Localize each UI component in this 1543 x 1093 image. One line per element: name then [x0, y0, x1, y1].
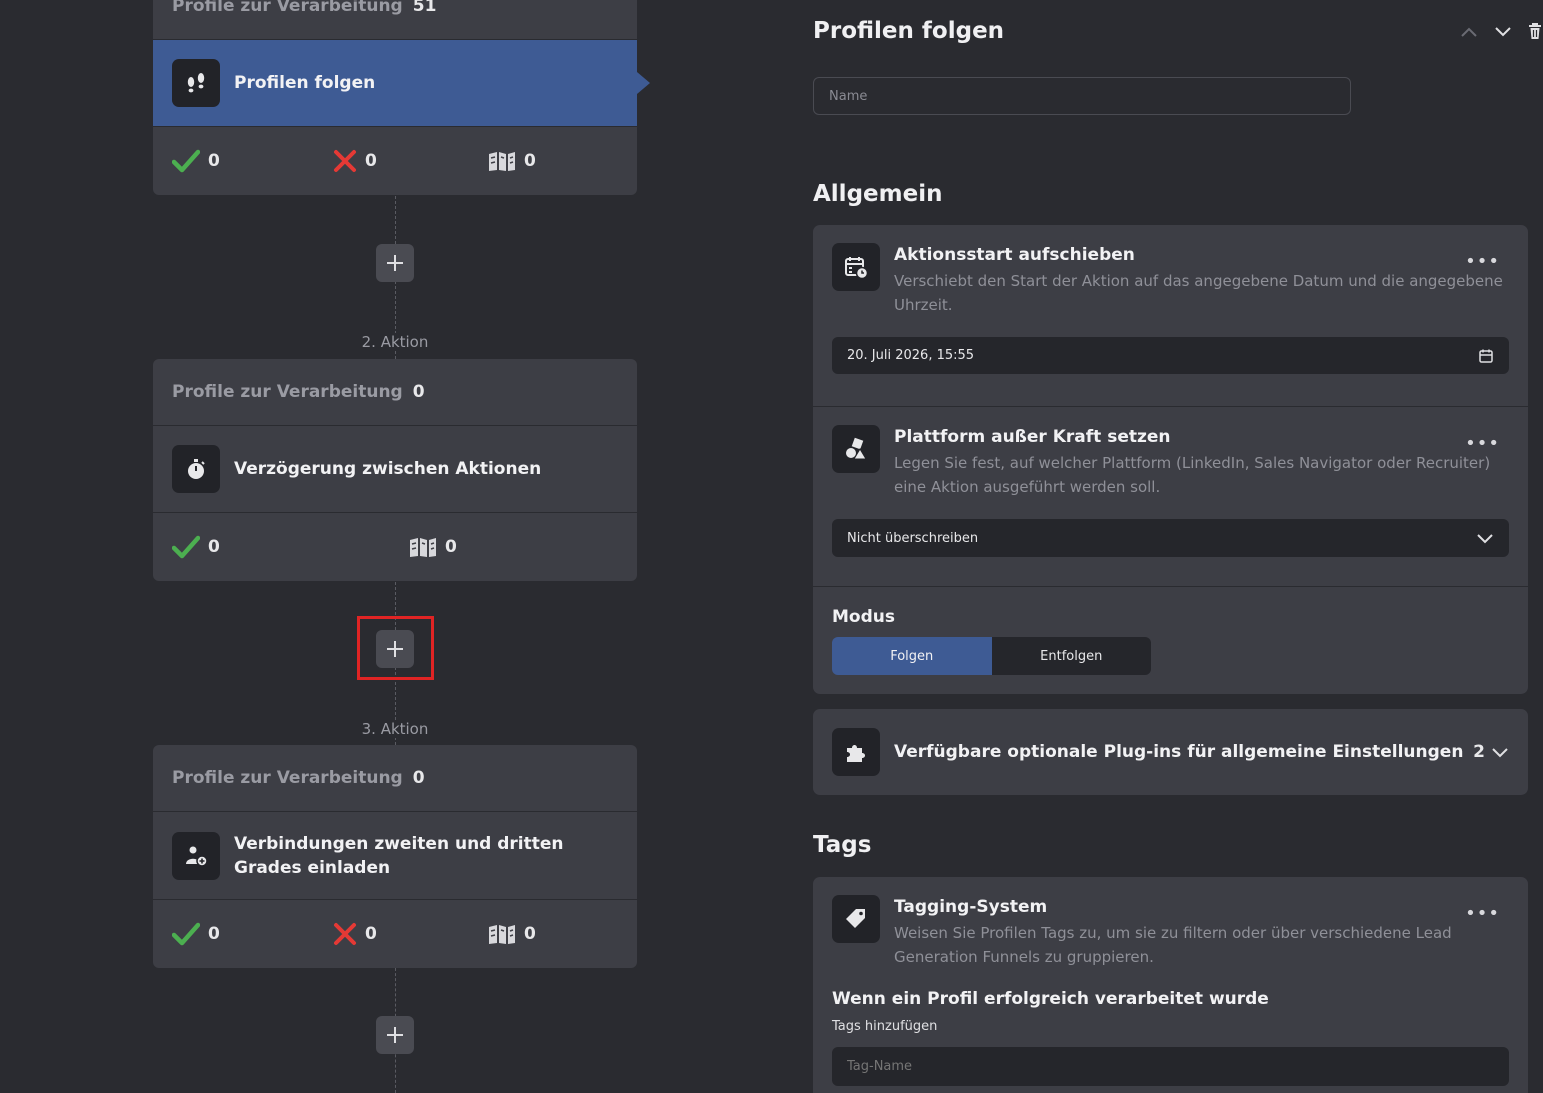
workflow-canvas: Profile zur Verarbeitung 51 Profilen fol…	[0, 0, 790, 1093]
stat-skipped: 0	[409, 535, 457, 559]
select-value: Nicht überschreiben	[847, 530, 979, 546]
plugins-box[interactable]: Verfügbare optionale Plug-ins für allgem…	[813, 709, 1528, 795]
panel-toolbar	[1459, 22, 1543, 44]
footsteps-icon	[172, 59, 220, 107]
check-icon	[172, 922, 200, 946]
check-icon	[172, 535, 200, 559]
date-value: 20. Juli 2026, 15:55	[847, 348, 975, 363]
mode-title: Modus	[832, 607, 895, 627]
section-title-tags: Tags	[813, 832, 872, 858]
more-icon[interactable]: •••	[1465, 433, 1500, 454]
stat-failed: 0	[333, 149, 377, 173]
stat-success: 0	[172, 922, 220, 946]
setting-title: Aktionsstart aufschieben	[894, 245, 1135, 265]
stat-failed: 0	[333, 922, 377, 946]
mode-option-follow[interactable]: Folgen	[832, 637, 992, 675]
chevron-down-icon[interactable]	[1491, 746, 1509, 758]
stat-skipped: 0	[488, 149, 536, 173]
setting-tagging-system: Tagging-System Weisen Sie Profilen Tags …	[813, 877, 1528, 1086]
card-stats: 0 0 0	[153, 900, 637, 968]
date-time-picker[interactable]: 20. Juli 2026, 15:55	[832, 337, 1509, 374]
skip-icon	[489, 925, 515, 944]
skip-icon	[410, 538, 436, 557]
card-header: Profile zur Verarbeitung 0	[153, 745, 637, 812]
action-title: Profilen folgen	[234, 73, 376, 93]
stat-success: 0	[172, 535, 220, 559]
chevron-down-icon	[1477, 534, 1493, 544]
section-title-general: Allgemein	[813, 181, 943, 207]
check-icon	[172, 149, 200, 173]
profiles-count: 0	[412, 768, 425, 788]
skip-icon	[489, 152, 515, 171]
calendar-clock-icon	[832, 243, 880, 291]
tagging-box: Tagging-System Weisen Sie Profilen Tags …	[813, 877, 1528, 1093]
more-icon[interactable]: •••	[1465, 251, 1500, 272]
more-icon[interactable]: •••	[1465, 903, 1500, 924]
stat-success: 0	[172, 149, 220, 173]
add-tags-label: Tags hinzufügen	[832, 1019, 938, 1034]
setting-platform-override: Plattform außer Kraft setzen Legen Sie f…	[813, 406, 1528, 586]
plus-icon	[387, 1027, 403, 1043]
plugins-title: Verfügbare optionale Plug-ins für allgem…	[894, 742, 1464, 762]
x-icon	[334, 923, 356, 945]
add-action-button[interactable]	[376, 1016, 414, 1054]
puzzle-icon	[832, 728, 880, 776]
platform-select[interactable]: Nicht überschreiben	[832, 519, 1509, 557]
card-header: Profile zur Verarbeitung 51	[153, 0, 637, 40]
action-title: Verzögerung zwischen Aktionen	[234, 459, 542, 479]
setting-title: Tagging-System	[894, 897, 1048, 917]
add-action-button[interactable]	[376, 244, 414, 282]
setting-title: Plattform außer Kraft setzen	[894, 427, 1171, 447]
action-card-1: Profile zur Verarbeitung 51 Profilen fol…	[153, 0, 650, 195]
name-input[interactable]	[813, 77, 1351, 115]
action-item-follow-profiles[interactable]: Profilen folgen	[153, 40, 650, 127]
setting-description: Legen Sie fest, auf welcher Plattform (L…	[894, 454, 1491, 496]
action-item-invite-connections[interactable]: Verbindungen zweiten und dritten Grades …	[153, 812, 637, 900]
chevron-down-icon[interactable]	[1493, 24, 1513, 43]
success-title: Wenn ein Profil erfolgreich verarbeitet …	[832, 989, 1269, 1009]
general-settings-box: Aktionsstart aufschieben Verschiebt den …	[813, 225, 1528, 694]
action-item-delay[interactable]: Verzögerung zwischen Aktionen	[153, 426, 637, 513]
user-plus-icon	[172, 831, 220, 880]
card-header: Profile zur Verarbeitung 0	[153, 359, 637, 426]
profiles-label: Profile zur Verarbeitung	[172, 768, 403, 788]
card-stats: 0 0	[153, 513, 637, 581]
tag-name-input[interactable]	[832, 1047, 1509, 1086]
stat-skipped: 0	[488, 922, 536, 946]
profiles-count: 51	[412, 0, 437, 16]
action-card-2: Profile zur Verarbeitung 0 Verzögerung z…	[153, 359, 637, 581]
stopwatch-icon	[172, 445, 220, 493]
highlight-box	[357, 616, 434, 680]
calendar-icon	[1479, 349, 1493, 363]
action-title: Verbindungen zweiten und dritten Grades …	[234, 833, 564, 878]
tag-icon	[832, 895, 880, 943]
chevron-up-icon[interactable]	[1459, 24, 1479, 43]
action-card-3: Profile zur Verarbeitung 0 Verbindungen …	[153, 745, 637, 968]
profiles-label: Profile zur Verarbeitung	[172, 382, 403, 402]
setting-delay-start: Aktionsstart aufschieben Verschiebt den …	[813, 225, 1528, 406]
mode-toggle: Folgen Entfolgen	[832, 637, 1151, 675]
profiles-count: 0	[412, 382, 425, 402]
profiles-label: Profile zur Verarbeitung	[172, 0, 403, 16]
step-label-3: 3. Aktion	[300, 720, 490, 738]
setting-description: Weisen Sie Profilen Tags zu, um sie zu f…	[894, 924, 1452, 966]
shapes-icon	[832, 425, 880, 473]
setting-mode: Modus Folgen Entfolgen	[813, 586, 1528, 693]
x-icon	[334, 150, 356, 172]
panel-title: Profilen folgen	[813, 18, 1005, 44]
plugins-count: 2	[1473, 742, 1485, 762]
trash-icon[interactable]	[1527, 22, 1543, 44]
mode-option-unfollow[interactable]: Entfolgen	[991, 637, 1151, 675]
step-label-2: 2. Aktion	[300, 333, 490, 351]
setting-description: Verschiebt den Start der Aktion auf das …	[894, 272, 1503, 314]
plus-icon	[387, 255, 403, 271]
card-stats: 0 0 0	[153, 127, 637, 195]
